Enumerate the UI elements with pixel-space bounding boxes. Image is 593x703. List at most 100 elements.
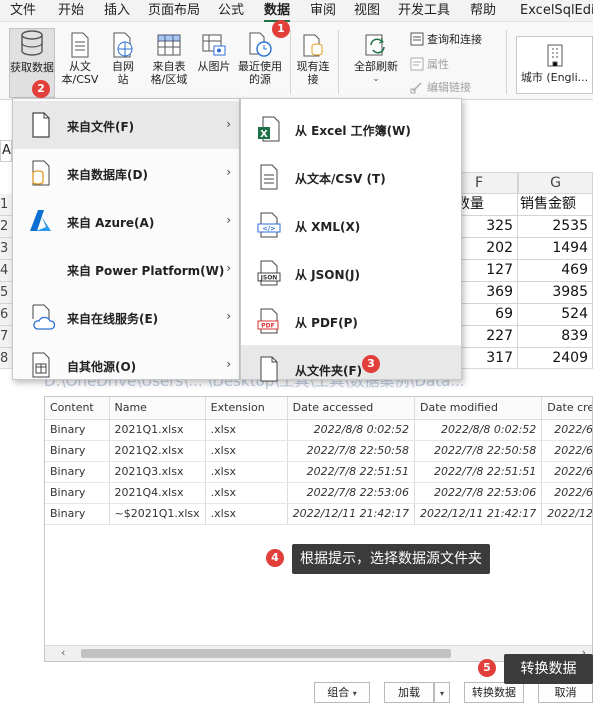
from-picture-button[interactable]: 从图片 <box>196 32 232 73</box>
column-header[interactable]: Extension <box>205 397 288 420</box>
picture-table-icon <box>202 34 226 56</box>
cancel-button[interactable]: 取消 <box>538 682 593 703</box>
svg-text:PDF: PDF <box>261 323 274 330</box>
table-cell: 2022/7/8 22:50:58 <box>414 440 543 462</box>
table-row[interactable]: Binary 2021Q4.xlsx .xlsx 2022/7/8 22:53:06 2… <box>45 482 592 504</box>
menu-item-from-other-sources[interactable]: 自其他源(O) › <box>13 341 239 389</box>
menu-item-from-text-csv[interactable]: 从文本/CSV (T) <box>241 153 461 201</box>
cell-g[interactable]: 839 <box>518 326 593 348</box>
cell-g[interactable]: 524 <box>518 304 593 326</box>
step-badge-3: 3 <box>362 355 380 373</box>
queries-connections-button[interactable]: 查询和连接 <box>410 32 482 48</box>
file-icon <box>32 112 50 138</box>
transform-callout: 转换数据 <box>504 654 593 684</box>
row-header[interactable]: 8 <box>0 348 12 370</box>
refresh-all-button[interactable]: 全部刷新 ⌄ <box>348 32 404 86</box>
column-header[interactable]: Date created <box>541 397 592 420</box>
from-table-button[interactable]: 来自表格/区域 <box>146 32 192 86</box>
tab-data[interactable]: 数据 <box>264 2 291 22</box>
recent-sources-button[interactable]: 最近使用的源 <box>238 32 282 86</box>
tab-developer[interactable]: 开发工具 <box>398 2 450 20</box>
row-header[interactable]: 6 <box>0 304 12 326</box>
tab-insert[interactable]: 插入 <box>104 2 130 20</box>
row-header[interactable]: 5 <box>0 282 12 304</box>
cell-g[interactable]: 2535 <box>518 216 593 238</box>
table-row[interactable]: Binary 2021Q2.xlsx .xlsx 2022/7/8 22:50:58 2… <box>45 440 592 462</box>
connection-db-icon <box>303 34 323 57</box>
row-header[interactable]: 1 <box>0 194 12 216</box>
row-header[interactable]: 2 <box>0 216 12 238</box>
menu-item-from-excel-workbook[interactable]: X 从 Excel 工作簿(W) <box>241 105 461 153</box>
menu-item-from-json[interactable]: JSON 从 JSON(J) <box>241 249 461 297</box>
menu-item-from-folder[interactable]: 从文件夹(F) <box>241 345 461 382</box>
properties-button[interactable]: 属性 <box>410 57 449 73</box>
table-cell: .xlsx <box>205 482 288 504</box>
scroll-left-icon[interactable]: ‹ <box>61 646 65 659</box>
existing-connections-button[interactable]: 现有连接 <box>296 32 330 86</box>
menu-item-from-azure[interactable]: 来自 Azure(A) › <box>13 197 239 245</box>
table-cell: 2022/8/8 0:02:52 <box>287 419 415 441</box>
cell-header-g[interactable]: 销售金额 <box>518 194 593 216</box>
get-data-menu: 来自文件(F) › 来自数据库(D) › 来自 Azure(A) › 来自 Po… <box>12 98 240 380</box>
tab-excelsqleditor[interactable]: ExcelSqlEdito <box>520 2 593 20</box>
edit-links-button[interactable]: 编辑链接 <box>410 80 471 96</box>
tab-formulas[interactable]: 公式 <box>218 2 244 20</box>
table-cell: 2021Q2.xlsx <box>109 440 206 462</box>
load-button[interactable]: 加载 <box>384 682 434 703</box>
from-web-label: 自网站 <box>112 60 134 86</box>
table-cell: 2022/12/11 21:42:17 <box>287 503 415 525</box>
table-cell: 2022/6/15 23:19:21 <box>541 419 592 441</box>
menu-item-from-file[interactable]: 来自文件(F) › <box>13 101 239 149</box>
menu-item-from-power-platform[interactable]: 来自 Power Platform(W) › <box>13 245 239 293</box>
column-header[interactable]: Content <box>45 397 110 420</box>
city-data-type-button[interactable]: 城市 (Engli... <box>516 36 593 94</box>
xml-file-icon: </> <box>257 212 281 238</box>
queries-connections-label: 查询和连接 <box>427 33 482 46</box>
tab-file[interactable]: 文件 <box>10 2 36 20</box>
load-dropdown-button[interactable]: ▾ <box>434 682 450 703</box>
folder-file-icon <box>260 356 278 382</box>
menu-item-label: 来自数据库(D) <box>67 168 148 182</box>
name-box[interactable]: A <box>0 140 12 162</box>
tab-home[interactable]: 开始 <box>58 2 84 20</box>
row-header[interactable]: 3 <box>0 238 12 260</box>
cell-g[interactable]: 469 <box>518 260 593 282</box>
tab-help[interactable]: 帮助 <box>470 2 496 20</box>
from-web-button[interactable]: 自网站 <box>108 32 138 86</box>
combine-button[interactable]: 组合 ▾ <box>314 682 370 703</box>
menu-item-from-pdf[interactable]: PDF 从 PDF(P) <box>241 297 461 345</box>
step-badge-1: 1 <box>272 20 290 38</box>
menu-item-from-xml[interactable]: </> 从 XML(X) <box>241 201 461 249</box>
menu-item-from-online-services[interactable]: 来自在线服务(E) › <box>13 293 239 341</box>
row-header[interactable]: 7 <box>0 326 12 348</box>
tab-page-layout[interactable]: 页面布局 <box>148 2 200 20</box>
menu-item-from-database[interactable]: 来自数据库(D) › <box>13 149 239 197</box>
column-header-g[interactable]: G <box>518 172 593 194</box>
table-row[interactable]: Binary 2021Q3.xlsx .xlsx 2022/7/8 22:51:51 2… <box>45 461 592 483</box>
folder-preview-dialog: D:\OneDrive\Users\... \Desktop\工具\工具\数据案… <box>0 368 593 703</box>
chevron-down-icon: ⌄ <box>372 74 380 84</box>
table-cell: 2022/7/8 22:53:06 <box>287 482 415 504</box>
from-text-csv-button[interactable]: 从文本/CSV <box>58 32 102 86</box>
get-data-label: 获取数据 <box>10 61 54 74</box>
column-header[interactable]: Name <box>109 397 206 420</box>
database-icon <box>21 30 43 56</box>
column-header[interactable]: Date accessed <box>287 397 415 420</box>
transform-data-button[interactable]: 转换数据 <box>464 682 524 703</box>
row-header[interactable]: 4 <box>0 260 12 282</box>
table-cell: .xlsx <box>205 503 288 525</box>
tab-view[interactable]: 视图 <box>354 2 380 20</box>
table-cell: .xlsx <box>205 419 288 441</box>
cell-g[interactable]: 2409 <box>518 348 593 370</box>
azure-icon <box>30 210 51 231</box>
column-header[interactable]: Date modified <box>414 397 543 420</box>
table-row[interactable]: Binary 2021Q1.xlsx .xlsx 2022/8/8 0:02:52 20… <box>45 419 592 441</box>
cell-g[interactable]: 1494 <box>518 238 593 260</box>
scrollbar-thumb[interactable] <box>81 649 451 658</box>
database-icon <box>32 160 50 186</box>
table-row[interactable]: Binary ~$2021Q1.xlsx .xlsx 2022/12/11 21:42… <box>45 503 592 525</box>
cell-g[interactable]: 3985 <box>518 282 593 304</box>
ribbon-separator <box>290 30 291 94</box>
tab-review[interactable]: 审阅 <box>310 2 336 20</box>
building-icon <box>547 44 562 67</box>
